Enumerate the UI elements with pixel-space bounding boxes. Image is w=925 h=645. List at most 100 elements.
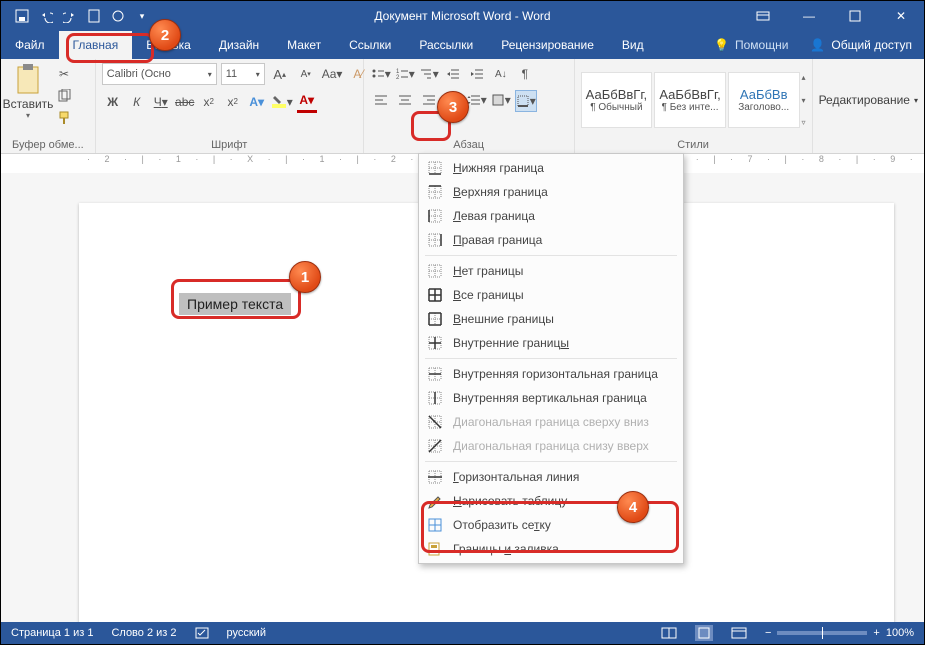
zoom-value[interactable]: 100% (886, 627, 914, 639)
tab-layout[interactable]: Макет (273, 31, 335, 59)
border-diag_down-icon (427, 414, 443, 430)
proofing-icon[interactable] (195, 626, 209, 640)
status-words[interactable]: Слово 2 из 2 (111, 627, 176, 639)
border-menu-outside[interactable]: Внешние границы (419, 307, 683, 331)
style-no-spacing[interactable]: АаБбВвГг,¶ Без инте... (654, 72, 726, 128)
border-top-icon (427, 184, 443, 200)
callout-3-badge: 3 (437, 91, 469, 123)
style-normal[interactable]: АаБбВвГг,¶ Обычный (581, 72, 653, 128)
undo-icon[interactable] (35, 5, 57, 27)
new-doc-icon[interactable] (83, 5, 105, 27)
zoom-out-icon[interactable]: − (765, 627, 771, 639)
save-icon[interactable] (11, 5, 33, 27)
border-outside-icon (427, 311, 443, 327)
font-name-combo[interactable]: Calibri (Осно▾ (102, 63, 217, 85)
close-icon[interactable]: ✕ (878, 1, 924, 31)
qat-customize-icon[interactable]: ▾ (131, 5, 153, 27)
align-left-icon[interactable] (371, 90, 391, 110)
multilevel-icon[interactable]: ▾ (419, 64, 439, 84)
paste-button[interactable]: Вставить ▾ (7, 63, 49, 120)
border-menu-inside[interactable]: Внутренние границы (419, 331, 683, 355)
style-heading1[interactable]: АаБбВвЗаголово... (728, 72, 800, 128)
align-center-icon[interactable] (395, 90, 415, 110)
border-menu-inside_v[interactable]: Внутренняя вертикальная граница (419, 386, 683, 410)
redo-icon[interactable] (59, 5, 81, 27)
border-menu-none[interactable]: Нет границы (419, 259, 683, 283)
border-right-icon (427, 232, 443, 248)
status-page[interactable]: Страница 1 из 1 (11, 627, 93, 639)
border-inside-icon (427, 335, 443, 351)
touch-mode-icon[interactable] (107, 5, 129, 27)
share-button[interactable]: 👤 Общий доступ (798, 31, 924, 59)
shading-icon[interactable]: ▾ (491, 90, 511, 110)
paragraph-group-label: Абзац (370, 137, 568, 151)
zoom-slider[interactable] (777, 631, 867, 635)
format-painter-icon[interactable] (54, 108, 74, 128)
border-menu-all[interactable]: Все границы (419, 283, 683, 307)
tell-me-label: Помощни (735, 38, 788, 52)
sort-icon[interactable]: A↓ (491, 64, 511, 84)
border-menu-label: Левая граница (453, 209, 535, 223)
border-menu-label: Внутренняя вертикальная граница (453, 391, 647, 405)
border-menu-bottom[interactable]: Нижняя граница (419, 156, 683, 180)
view-read-icon[interactable] (661, 627, 677, 639)
underline-button[interactable]: Ч▾ (151, 92, 171, 112)
border-menu-label: Нижняя граница (453, 161, 544, 175)
border-left-icon (427, 208, 443, 224)
tab-file[interactable]: Файл (1, 31, 59, 59)
border-menu-hline[interactable]: Горизонтальная линия (419, 465, 683, 489)
grow-font-icon[interactable]: A▴ (270, 64, 290, 84)
border-inside_h-icon (427, 366, 443, 382)
font-color-icon[interactable]: A▾ (297, 90, 317, 113)
maximize-icon[interactable] (832, 1, 878, 31)
zoom-in-icon[interactable]: + (873, 627, 879, 639)
border-menu-top[interactable]: Верхняя граница (419, 180, 683, 204)
font-size-combo[interactable]: 11▾ (221, 63, 265, 85)
increase-indent-icon[interactable] (467, 64, 487, 84)
group-editing: Редактирование ▾ (813, 59, 924, 153)
subscript-button[interactable]: x2 (199, 92, 219, 112)
border-menu-inside_h[interactable]: Внутренняя горизонтальная граница (419, 362, 683, 386)
bulb-icon: 💡 (714, 38, 729, 52)
tell-me[interactable]: 💡 Помощни (704, 31, 798, 59)
bullets-icon[interactable]: ▾ (371, 64, 391, 84)
change-case-icon[interactable]: Aa▾ (322, 64, 343, 84)
cut-icon[interactable]: ✂ (54, 64, 74, 84)
numbering-icon[interactable]: 12▾ (395, 64, 415, 84)
border-menu-right[interactable]: Правая граница (419, 228, 683, 252)
superscript-button[interactable]: x2 (223, 92, 243, 112)
shrink-font-icon[interactable]: A▾ (296, 64, 316, 84)
tab-review[interactable]: Рецензирование (487, 31, 608, 59)
tab-mailings[interactable]: Рассылки (405, 31, 487, 59)
ribbon-display-icon[interactable] (740, 1, 786, 31)
minimize-icon[interactable]: — (786, 1, 832, 31)
share-label: Общий доступ (831, 38, 912, 52)
zoom-control[interactable]: − + 100% (765, 627, 914, 639)
line-spacing-icon[interactable]: ▾ (467, 90, 487, 110)
borders-button[interactable]: ▾ (515, 90, 537, 112)
styles-more[interactable]: ▴▾▿ (802, 73, 806, 127)
view-web-icon[interactable] (731, 627, 747, 639)
callout-1-frame (171, 279, 301, 319)
align-right-icon[interactable] (419, 90, 439, 110)
strike-button[interactable]: abc (175, 92, 195, 112)
copy-icon[interactable] (54, 86, 74, 106)
highlight-icon[interactable]: ▾ (271, 92, 293, 112)
view-print-icon[interactable] (695, 625, 713, 641)
text-effects-icon[interactable]: A▾ (247, 92, 267, 112)
tab-view[interactable]: Вид (608, 31, 658, 59)
group-clipboard: Вставить ▾ ✂ Буфер обме... (1, 59, 96, 153)
decrease-indent-icon[interactable] (443, 64, 463, 84)
tab-design[interactable]: Дизайн (205, 31, 273, 59)
title-bar: ▾ Документ Microsoft Word - Word — ✕ (1, 1, 924, 31)
border-menu-diag_down: Диагональная граница сверху вниз (419, 410, 683, 434)
clipboard-group-label: Буфер обме... (7, 137, 89, 151)
status-language[interactable]: русский (227, 627, 266, 639)
border-none-icon (427, 263, 443, 279)
show-marks-icon[interactable]: ¶ (515, 64, 535, 84)
border-menu-left[interactable]: Левая граница (419, 204, 683, 228)
italic-button[interactable]: К (127, 92, 147, 112)
bold-button[interactable]: Ж (103, 92, 123, 112)
editing-menu[interactable]: Редактирование (819, 93, 910, 107)
tab-references[interactable]: Ссылки (335, 31, 405, 59)
